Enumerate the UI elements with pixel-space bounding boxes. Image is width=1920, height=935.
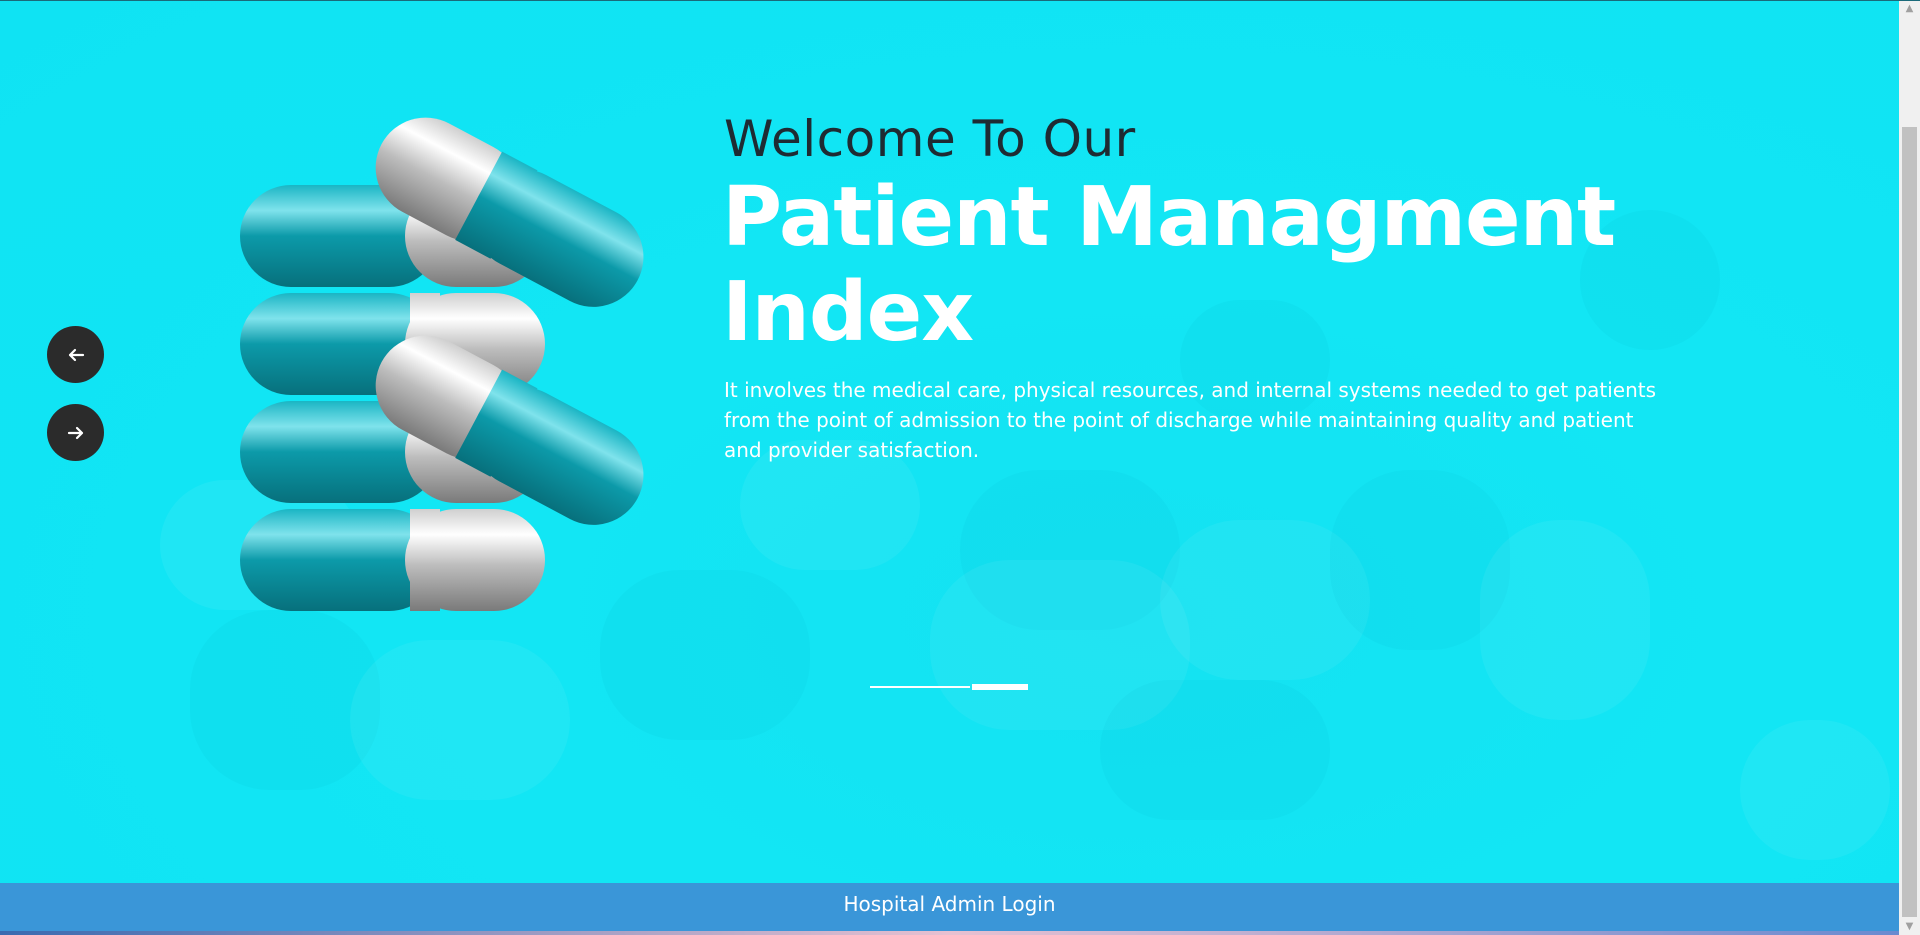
carousel-indicator-2[interactable] [972, 684, 1028, 690]
footer-bar: Hospital Admin Login [0, 883, 1899, 931]
arrow-left-icon [68, 348, 84, 361]
scroll-up-icon[interactable]: ▲ [1899, 0, 1920, 17]
carousel-indicator-1[interactable] [870, 686, 970, 688]
scroll-down-icon[interactable]: ▼ [1899, 918, 1920, 935]
background-pill [1480, 520, 1650, 720]
background-pill [350, 640, 570, 800]
hero-description: It involves the medical care, physical r… [724, 378, 1657, 462]
top-border [0, 0, 1920, 1]
scrollbar-thumb[interactable] [1902, 127, 1917, 917]
carousel-prev-button[interactable] [47, 326, 104, 383]
hospital-admin-login-link[interactable]: Hospital Admin Login [843, 892, 1055, 916]
carousel-indicators [870, 683, 1030, 691]
carousel-next-button[interactable] [47, 404, 104, 461]
background-pill [1100, 680, 1330, 820]
welcome-heading: Welcome To Our [724, 110, 1136, 168]
background-pill [1740, 720, 1890, 860]
pills-illustration-icon [240, 117, 644, 611]
bottom-strip [0, 931, 1899, 935]
hero-carousel: Welcome To Our Patient Managment Index I… [0, 0, 1899, 883]
vertical-scrollbar[interactable]: ▲ ▼ [1899, 0, 1920, 935]
arrow-right-icon [67, 426, 83, 439]
page-title: Patient Managment Index [722, 170, 1616, 360]
